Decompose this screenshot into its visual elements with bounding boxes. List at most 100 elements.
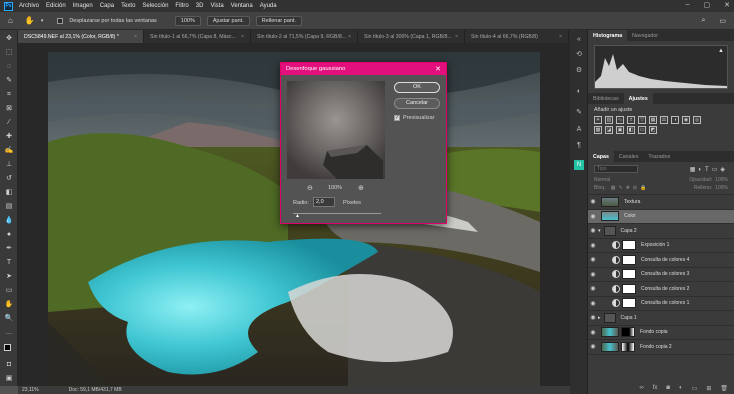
visibility-eye-icon[interactable]: ◉ bbox=[588, 256, 598, 263]
clone-stamp-icon[interactable]: ⊥ bbox=[4, 160, 14, 170]
dialog-titlebar[interactable]: Desenfoque gaussiano ✕ bbox=[281, 63, 446, 75]
workspace-icon[interactable]: ▭ bbox=[719, 17, 726, 25]
scroll-all-checkbox[interactable] bbox=[57, 17, 64, 24]
paragraph-icon[interactable]: ¶ bbox=[574, 142, 584, 152]
expand-chevron-icon[interactable]: ▾ bbox=[598, 228, 601, 234]
exposure-icon[interactable]: ± bbox=[627, 116, 635, 124]
menu-imagen[interactable]: Imagen bbox=[73, 3, 93, 9]
character-icon[interactable]: A bbox=[574, 126, 584, 136]
new-adjustment-icon[interactable]: ◐ bbox=[679, 385, 683, 392]
blend-mode-select[interactable]: Normal bbox=[594, 177, 644, 183]
visibility-eye-icon[interactable]: ◉ bbox=[588, 271, 598, 278]
tab-document-3[interactable]: Sin título-2 al 71,5% (Capa 9, RGB/8... × bbox=[251, 30, 358, 43]
dropdown-chevron-icon[interactable]: ▾ bbox=[41, 18, 44, 24]
tab-libraries[interactable]: Bibliotecas bbox=[588, 93, 624, 104]
brush-tool-icon[interactable]: ✍ bbox=[4, 146, 14, 156]
move-tool-icon[interactable]: ✥ bbox=[4, 34, 14, 44]
visibility-eye-icon[interactable]: ◉ bbox=[588, 343, 598, 350]
tab-document-2[interactable]: Sin título-1 al 66,7% (Capa 8, Másc... × bbox=[144, 30, 251, 43]
properties-icon[interactable]: ⚙ bbox=[574, 66, 584, 76]
screen-mode-icon[interactable]: ▣ bbox=[4, 374, 14, 384]
menu-seleccion[interactable]: Selección bbox=[142, 3, 168, 9]
warning-icon[interactable]: ▲ bbox=[718, 48, 724, 54]
threshold-icon[interactable]: ◧ bbox=[627, 126, 635, 134]
layer-filter-input[interactable] bbox=[594, 165, 638, 173]
layer-style-icon[interactable]: fx bbox=[653, 385, 658, 392]
rectangle-tool-icon[interactable]: ▭ bbox=[4, 286, 14, 296]
layer-row[interactable]: ◉ Fondo copia 2 bbox=[588, 340, 734, 355]
hand-tool-icon[interactable]: ✋ bbox=[25, 16, 35, 25]
close-icon[interactable]: ✕ bbox=[724, 1, 730, 9]
eraser-icon[interactable]: ◧ bbox=[4, 188, 14, 198]
maximize-icon[interactable]: ▢ bbox=[704, 1, 711, 9]
link-layers-icon[interactable]: ∞ bbox=[639, 385, 643, 392]
menu-3d[interactable]: 3D bbox=[196, 3, 204, 9]
visibility-eye-icon[interactable]: ◉ bbox=[588, 329, 598, 336]
filter-icons[interactable]: ▦◐T▭◈ bbox=[690, 166, 728, 173]
visibility-eye-icon[interactable]: ◉ bbox=[588, 314, 598, 321]
search-icon[interactable]: ⌕ bbox=[701, 17, 705, 25]
crop-tool-icon[interactable]: ⌗ bbox=[4, 90, 14, 100]
hand-icon[interactable]: ✋ bbox=[4, 300, 14, 310]
history-brush-icon[interactable]: ↺ bbox=[4, 174, 14, 184]
pen-tool-icon[interactable]: ✒ bbox=[4, 244, 14, 254]
lasso-tool-icon[interactable]: ◌ bbox=[4, 62, 14, 72]
tab-navigator[interactable]: Navegador bbox=[627, 30, 663, 41]
invert-icon[interactable]: ◪ bbox=[605, 126, 613, 134]
visibility-eye-icon[interactable]: ◉ bbox=[588, 300, 598, 307]
brightness-icon[interactable]: ☀ bbox=[594, 116, 602, 124]
hue-saturation-icon[interactable]: ▦ bbox=[649, 116, 657, 124]
gradient-map-icon[interactable]: ▭ bbox=[638, 126, 646, 134]
type-tool-icon[interactable]: T bbox=[4, 258, 14, 268]
delete-layer-icon[interactable]: 🗑 bbox=[720, 385, 728, 392]
menu-texto[interactable]: Texto bbox=[121, 3, 135, 9]
zoom-tool-icon[interactable]: 🔍 bbox=[4, 314, 14, 324]
close-tab-icon[interactable]: × bbox=[455, 34, 458, 40]
zoom-100-button[interactable]: 100% bbox=[174, 15, 201, 26]
layer-row[interactable]: ◉ Consulta de colores 3 bbox=[588, 268, 734, 282]
radius-input[interactable] bbox=[313, 197, 335, 207]
zoom-out-icon[interactable]: ⊖ bbox=[307, 184, 313, 192]
blur-tool-icon[interactable]: 💧 bbox=[4, 216, 14, 226]
visibility-eye-icon[interactable]: ◉ bbox=[588, 213, 598, 220]
menu-vista[interactable]: Vista bbox=[210, 3, 223, 9]
posterize-icon[interactable]: ▣ bbox=[616, 126, 624, 134]
curves-icon[interactable]: ∿ bbox=[616, 116, 624, 124]
layer-row[interactable]: ◉ Consulta de colores 1 bbox=[588, 297, 734, 311]
history-icon[interactable]: ⟲ bbox=[574, 50, 584, 60]
ok-button[interactable]: OK bbox=[394, 82, 440, 93]
tab-layers[interactable]: Capas bbox=[588, 151, 614, 162]
tab-document-5[interactable]: Sin título-4 al 66,7% (RGB/8) × bbox=[465, 30, 569, 43]
quick-select-icon[interactable]: ✎ bbox=[4, 76, 14, 86]
color-swatches[interactable] bbox=[4, 344, 14, 354]
tab-channels[interactable]: Canales bbox=[614, 151, 643, 162]
menu-filtro[interactable]: Filtro bbox=[175, 3, 188, 9]
menu-ayuda[interactable]: Ayuda bbox=[260, 3, 277, 9]
home-icon[interactable]: ⌂ bbox=[8, 16, 13, 25]
quick-mask-icon[interactable]: ◘ bbox=[4, 360, 14, 370]
photo-filter-icon[interactable]: ◉ bbox=[682, 116, 690, 124]
layer-row[interactable]: ◉ ▸ Capa 1 bbox=[588, 311, 734, 326]
layer-row[interactable]: ◉ ▾ Capa 2 bbox=[588, 224, 734, 239]
tab-histogram[interactable]: Histograma bbox=[588, 30, 628, 41]
color-balance-icon[interactable]: ⚖ bbox=[660, 116, 668, 124]
close-tab-icon[interactable]: × bbox=[241, 34, 244, 40]
dodge-tool-icon[interactable]: ● bbox=[4, 230, 14, 240]
layer-row[interactable]: ◉ Textura bbox=[588, 195, 734, 210]
layer-row[interactable]: ◉ Consulta de colores 4 bbox=[588, 253, 734, 268]
visibility-eye-icon[interactable]: ◉ bbox=[588, 227, 598, 234]
tab-document-4[interactable]: Sin título-3 al 300% (Capa 1, RGB/8... × bbox=[358, 30, 465, 43]
new-group-icon[interactable]: ▭ bbox=[692, 385, 698, 392]
radius-slider-handle[interactable]: ▲ bbox=[295, 213, 300, 219]
levels-icon[interactable]: ▥ bbox=[605, 116, 613, 124]
preview-checkbox[interactable]: ✓ bbox=[394, 115, 400, 121]
cancel-button[interactable]: Cancelar bbox=[394, 98, 440, 109]
vibrance-icon[interactable]: ▽ bbox=[638, 116, 646, 124]
minimize-icon[interactable]: – bbox=[686, 1, 690, 9]
tab-document-1[interactable]: DSC5849.NEF al 23,1% (Color, RGB/8) * × bbox=[18, 30, 144, 43]
gradient-icon[interactable]: ▤ bbox=[4, 202, 14, 212]
edit-toolbar-icon[interactable]: … bbox=[4, 328, 14, 338]
path-select-icon[interactable]: ➤ bbox=[4, 272, 14, 282]
selective-color-icon[interactable]: ◩ bbox=[649, 126, 657, 134]
visibility-eye-icon[interactable]: ◉ bbox=[588, 242, 598, 249]
